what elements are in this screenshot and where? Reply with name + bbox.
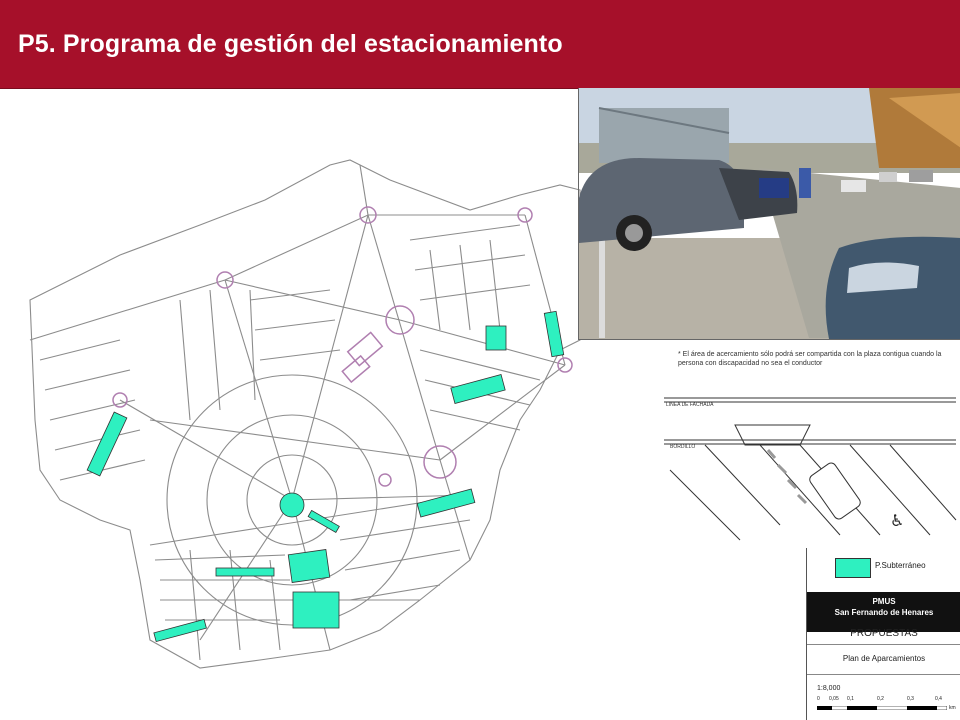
scale-tick: 0,3 bbox=[907, 696, 914, 702]
parked-cars-photo bbox=[578, 88, 960, 340]
underground-parking-areas bbox=[86, 310, 565, 643]
scale-tick: 0,1 bbox=[847, 696, 854, 702]
map-legend: P.Subterráneo PMUS San Fernando de Henar… bbox=[806, 548, 960, 720]
legend-label-parking: P.Subterráneo bbox=[875, 561, 926, 570]
wheelchair-icon: ♿ bbox=[890, 511, 904, 530]
legend-divider bbox=[807, 644, 960, 645]
legend-title-line2: San Fernando de Henares bbox=[834, 608, 934, 617]
slide-header: P5. Programa de gestión del estacionamie… bbox=[0, 0, 960, 89]
scale-ticks: 0 0,05 0,1 0,2 0,3 0,4 bbox=[817, 696, 957, 704]
accessible-parking-diagram: * El área de acercamiento sólo podrá ser… bbox=[660, 340, 960, 548]
scale-unit: km bbox=[949, 705, 956, 711]
diagram-drawing: LINEA DE FACHADA BORDILLO ♿ bbox=[664, 397, 957, 541]
legend-scale: 1:8,000 bbox=[817, 685, 841, 692]
legend-section: PROPUESTAS bbox=[850, 628, 918, 639]
legend-plan: Plan de Aparcamientos bbox=[842, 654, 926, 663]
legend-swatch-parking bbox=[835, 558, 871, 578]
legend-title-line1: PMUS bbox=[872, 597, 896, 606]
scale-tick: 0,2 bbox=[877, 696, 884, 702]
legend-divider bbox=[807, 674, 960, 675]
scale-tick: 0,05 bbox=[829, 696, 839, 702]
slide-title: P5. Programa de gestión del estacionamie… bbox=[18, 30, 563, 58]
scale-tick: 0 bbox=[817, 696, 820, 702]
bordillo-label: BORDILLO bbox=[670, 444, 695, 450]
scale-tick: 0,4 bbox=[935, 696, 942, 702]
legend-title: PMUS San Fernando de Henares bbox=[807, 596, 960, 618]
fachada-label: LINEA DE FACHADA bbox=[666, 402, 714, 408]
scale-bar bbox=[817, 706, 947, 710]
